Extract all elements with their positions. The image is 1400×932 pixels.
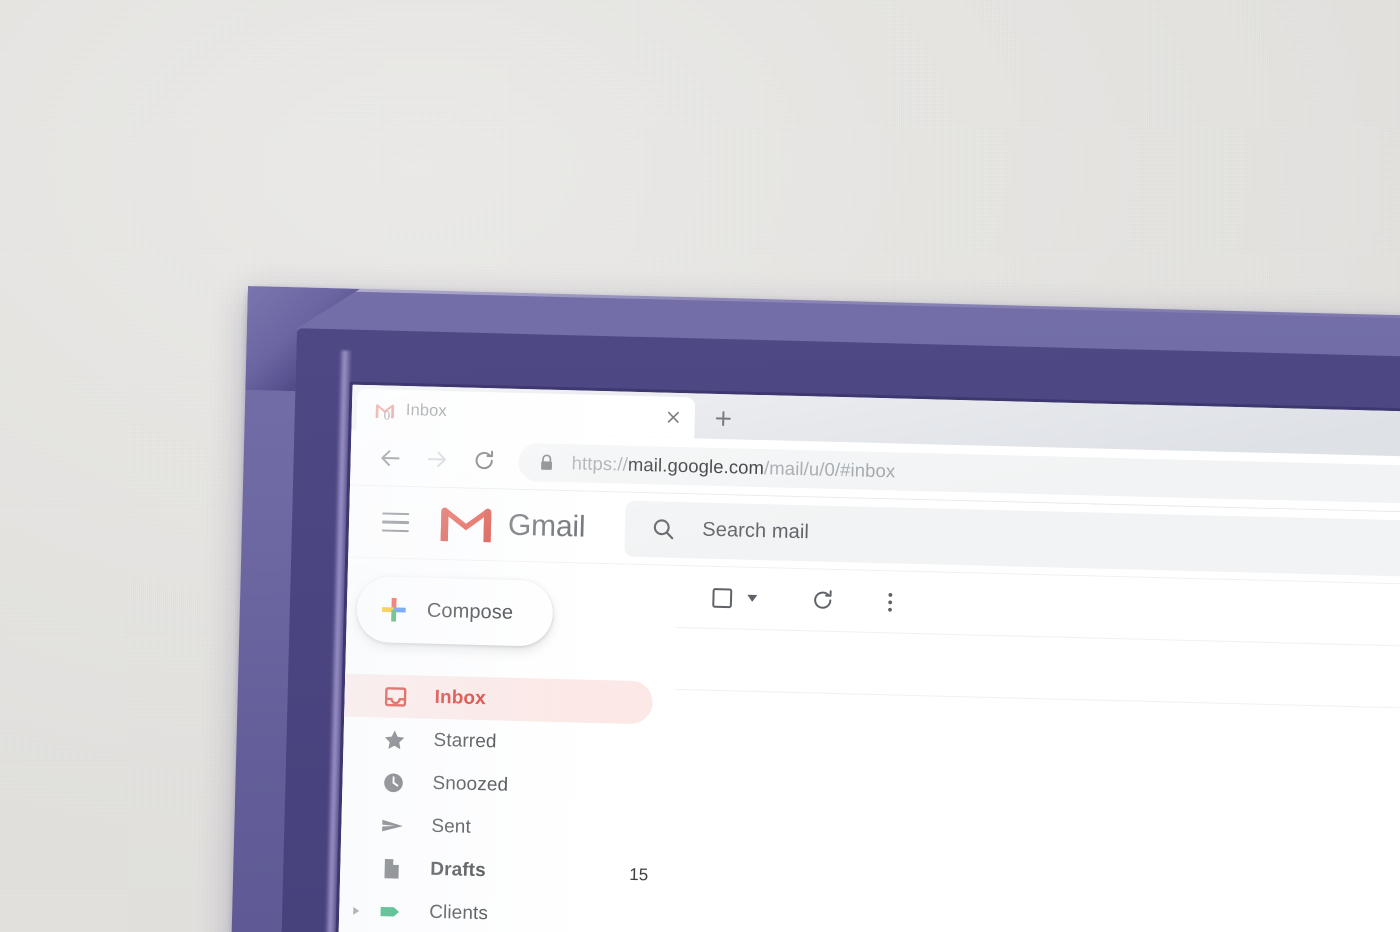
draft-icon [378,855,405,882]
sidebar-item-label: Sent [431,815,472,838]
compose-button[interactable]: Compose [356,575,554,647]
search-placeholder: Search mail [702,518,810,544]
sidebar-item-label: Clients [428,901,489,924]
hamburger-menu-icon[interactable] [370,498,419,547]
address-bar-url: https://mail.google.com/mail/u/0/#inbox [571,451,896,481]
chevron-right-icon[interactable] [353,906,360,915]
compose-label: Compose [426,599,514,624]
monitor-screen: 0 Inbox https://mail.google.com/mail/u/0… [335,384,1400,932]
checkbox-icon[interactable] [699,574,746,621]
lock-icon [538,453,554,471]
gmail-list-pane: No new [665,565,1400,932]
gmail-nav-list: Inbox Starred Snoozed Sent Drafts 15 Cli… [339,673,675,932]
search-input[interactable]: Search mail [624,500,1400,579]
gmail-body: Compose Inbox Starred Snoozed Sent Draft… [335,557,1400,932]
gmail-m-icon [438,501,495,546]
sidebar-item-label: Snoozed [432,772,509,796]
sidebar-item-clients[interactable]: Clients [339,889,670,932]
sidebar-item-label: Starred [433,729,497,752]
arrow-right-icon[interactable] [415,438,458,481]
browser-tab-inbox[interactable]: 0 Inbox [356,388,696,439]
gmail-m-icon: 0 [375,401,395,423]
photo-background-wall: 0 Inbox https://mail.google.com/mail/u/0… [0,0,1400,932]
sidebar-item-inbox[interactable]: Inbox [344,673,654,725]
gmail-app: Gmail Search mail Compose Inbox Starred … [335,485,1400,932]
search-icon [651,516,677,542]
inbox-icon [382,683,409,710]
gmail-wordmark: Gmail [507,508,586,544]
clock-icon [380,769,407,796]
close-icon[interactable] [661,405,686,430]
monitor: 0 Inbox https://mail.google.com/mail/u/0… [228,286,1400,932]
arrow-left-icon[interactable] [368,437,411,480]
star-icon [381,726,408,753]
label-icon [377,898,404,925]
browser-tab-title: Inbox [405,401,448,421]
more-vertical-icon[interactable] [867,578,914,625]
gmail-sidebar: Compose Inbox Starred Snoozed Sent Draft… [335,557,679,932]
send-icon [379,812,406,839]
new-tab-button[interactable] [702,398,743,440]
sidebar-item-label: Drafts [430,858,487,881]
reload-icon[interactable] [799,577,846,624]
sidebar-item-label: Inbox [434,686,487,709]
tab-badge-count: 0 [383,406,391,423]
plus-icon [378,594,409,625]
chevron-down-icon[interactable] [747,594,758,602]
sidebar-item-count: 15 [629,864,649,884]
reload-icon[interactable] [462,439,505,482]
